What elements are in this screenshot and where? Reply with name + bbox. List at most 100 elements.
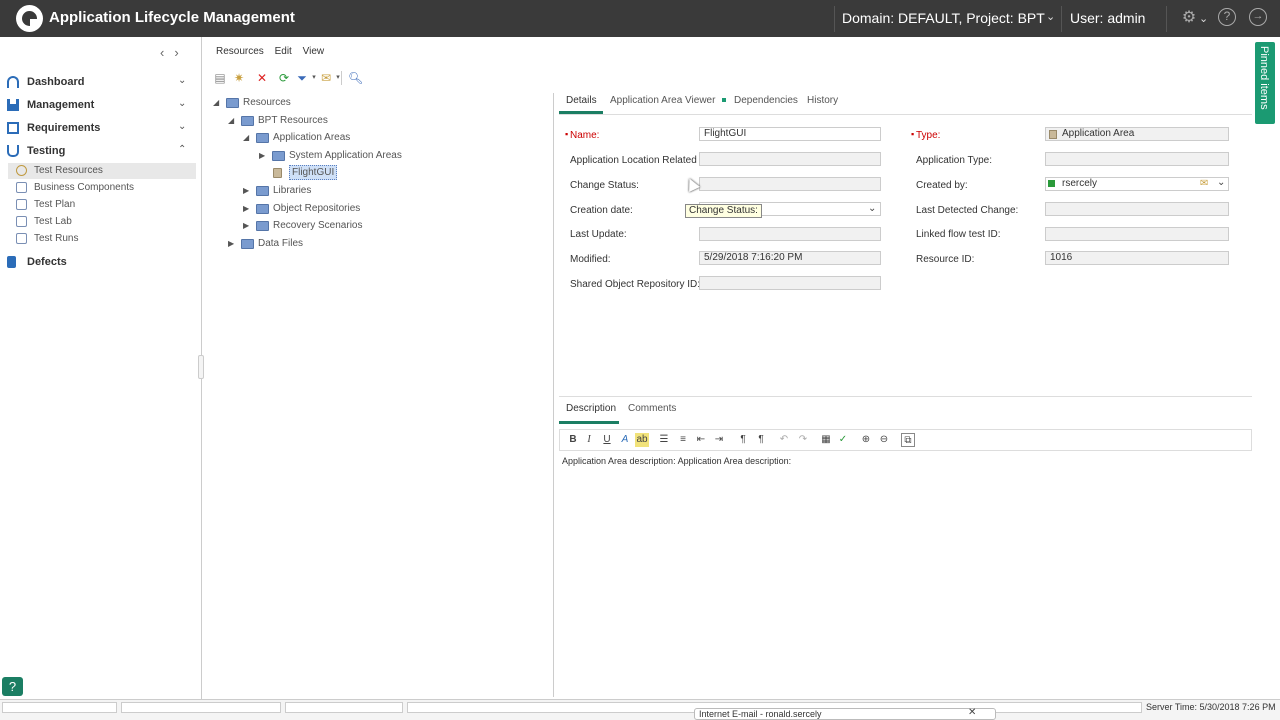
resource-id-field[interactable]: 1016 [1045,251,1229,265]
table-icon[interactable]: ▦ [819,433,833,447]
find-icon[interactable]: 🔍︎ [348,71,363,85]
field-label-name: Name: [570,130,600,141]
sidebar-item-test-plan[interactable]: Test Plan [8,197,196,213]
tree-node-flightgui[interactable]: FlightGUI [259,165,349,182]
modified-field[interactable]: 5/29/2018 7:16:20 PM [699,251,881,265]
delete-icon[interactable]: ✕ [255,71,269,85]
chevron-double-down-icon[interactable]: ⌄ [178,75,186,86]
change-status-field[interactable] [699,177,881,191]
menu-view[interactable]: View [303,46,325,57]
chevron-double-down-icon[interactable]: ⌄ [178,98,186,109]
sidebar-section-management[interactable]: Management ⌄ [0,96,195,116]
status-cell [285,702,403,713]
collapse-arrow-icon[interactable]: ▶ [243,221,253,230]
name-field[interactable]: FlightGUI [699,127,881,141]
chevron-right-icon[interactable]: › [174,45,188,60]
toolbar-divider [341,71,342,85]
menu-resources[interactable]: Resources [216,46,264,57]
numbered-list-icon[interactable]: ≡ [676,433,690,447]
refresh-icon[interactable]: ⟳ [277,71,291,85]
chevron-down-icon[interactable]: ⌄ [1199,12,1208,25]
email-icon[interactable]: ✉ [1200,178,1208,189]
expand-arrow-icon[interactable]: ◢ [228,116,238,125]
sidebar-item-business-components[interactable]: Business Components [8,180,196,196]
sidebar-item-label: Test Runs [34,233,79,244]
tab-history[interactable]: History [807,95,838,106]
chevron-down-icon[interactable]: ⌄ [1046,10,1055,23]
indent-icon[interactable]: ⇥ [712,433,726,447]
zoom-in-icon[interactable]: ⊕ [859,433,873,447]
chevron-down-icon[interactable]: ⌄ [868,203,876,214]
chevron-down-icon[interactable]: ⌄ [1217,177,1225,188]
sidebar-item-test-lab[interactable]: Test Lab [8,214,196,230]
expand-arrow-icon[interactable]: ◢ [243,133,253,142]
rtl-icon[interactable]: ¶ [754,433,768,447]
tab-divider [559,114,1252,115]
flask-icon [7,145,19,157]
collapse-arrow-icon[interactable]: ▶ [228,239,238,248]
expand-arrow-icon[interactable]: ◢ [213,98,223,107]
email-popup[interactable]: Internet E-mail - ronald.sercely [694,708,996,720]
collapse-arrow-icon[interactable]: ▶ [243,186,253,195]
tab-description[interactable]: Description [566,403,616,414]
spellcheck-icon[interactable]: ✓ [836,433,850,447]
description-divider [559,396,1252,397]
pinned-items-label: Pinned items [1258,46,1270,110]
sidebar-section-dashboard[interactable]: Dashboard ⌄ [0,73,195,93]
bullet-list-icon[interactable]: ☰ [657,433,671,447]
menu-edit[interactable]: Edit [275,46,292,57]
tab-dependencies[interactable]: Dependencies [734,95,798,106]
help-circle-icon[interactable]: ? [1218,8,1236,26]
underline-icon[interactable]: U [600,433,614,447]
chevron-left-icon[interactable]: ‹ [160,45,174,60]
domain-project-selector[interactable]: Domain: DEFAULT, Project: BPT [842,10,1045,26]
collapse-arrow-icon[interactable]: ▶ [243,204,253,213]
tree-node-label: BPT Resources [258,115,328,126]
type-field[interactable]: Application Area [1045,127,1229,141]
zoom-out-icon[interactable]: ⊖ [877,433,891,447]
fullscreen-icon[interactable]: ⧉ [901,433,915,447]
highlight-icon[interactable]: ab [635,433,649,447]
sidebar-section-label: Dashboard [27,76,85,88]
sidebar-item-test-resources[interactable]: Test Resources [8,163,196,179]
tab-comments[interactable]: Comments [628,403,676,414]
undo-icon[interactable]: ↶ [777,433,791,447]
tab-application-area-viewer[interactable]: Application Area Viewer [610,95,715,106]
required-marker: ▪ [911,129,915,139]
bold-icon[interactable]: B [566,433,580,447]
chevron-double-down-icon[interactable]: ⌄ [178,121,186,132]
font-color-icon[interactable]: A [618,433,632,447]
help-question-icon[interactable]: ? [2,677,23,696]
application-type-field[interactable] [1045,152,1229,166]
sidebar-item-test-runs[interactable]: Test Runs [8,231,196,247]
pane-divider[interactable] [553,93,554,697]
chevron-down-icon[interactable]: ▾ [331,71,345,85]
pinned-items-tab[interactable]: Pinned items [1255,42,1275,124]
collapse-arrow-icon[interactable]: ▶ [259,151,269,160]
description-text[interactable]: Application Area description: Applicatio… [562,456,791,466]
settings-gear-icon[interactable]: ⚙ [1179,8,1199,28]
italic-icon[interactable]: I [582,433,596,447]
splitter-handle[interactable] [198,355,204,379]
ltr-icon[interactable]: ¶ [736,433,750,447]
application-area-icon [1049,130,1057,139]
logout-icon[interactable]: → [1249,8,1267,26]
tree-node-label: Data Files [258,238,304,249]
last-update-field[interactable] [699,227,881,241]
linked-flow-test-id-field[interactable] [1045,227,1229,241]
tab-details[interactable]: Details [566,95,597,106]
outdent-icon[interactable]: ⇤ [694,433,708,447]
user-label[interactable]: User: admin [1070,10,1145,26]
application-location-field[interactable] [699,152,881,166]
tree-node-label: Libraries [273,185,312,196]
shared-object-repository-id-field[interactable] [699,276,881,290]
last-detected-change-field[interactable] [1045,202,1229,216]
sidebar-section-testing[interactable]: Testing ⌃ [0,142,195,162]
sidebar-section-defects[interactable]: Defects [0,253,195,273]
close-icon[interactable]: ✕ [968,707,976,718]
new-resource-icon[interactable]: ✷ [232,71,246,85]
new-folder-icon[interactable]: ▤ [213,71,227,85]
sidebar-section-requirements[interactable]: Requirements ⌄ [0,119,195,139]
redo-icon[interactable]: ↷ [796,433,810,447]
chevron-double-up-icon[interactable]: ⌃ [178,144,186,155]
